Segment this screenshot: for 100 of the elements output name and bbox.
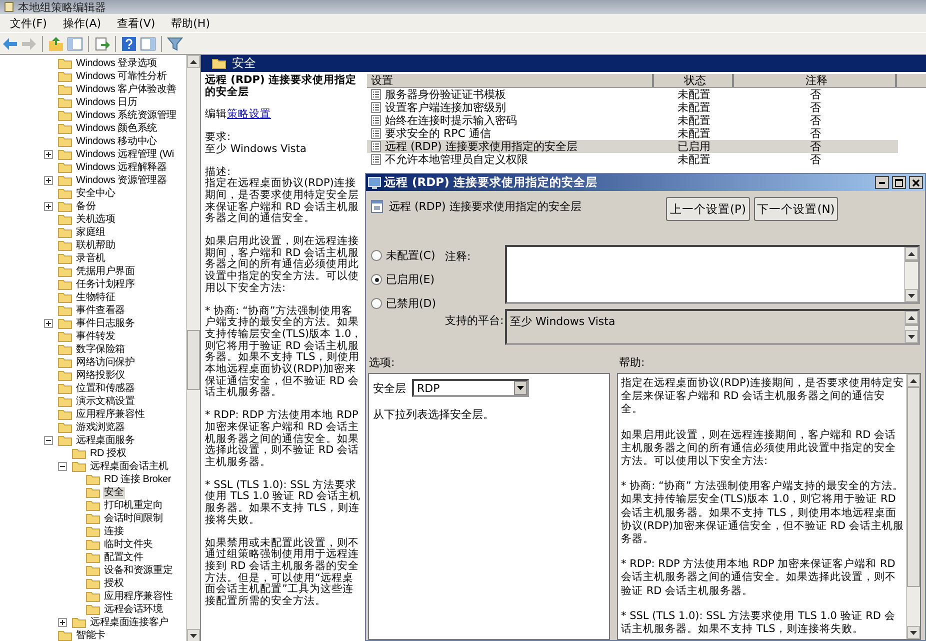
scroll-down-icon[interactable]: [910, 630, 917, 634]
radio-button[interactable]: [371, 298, 382, 309]
export-list-icon[interactable]: [94, 36, 110, 52]
tree-item[interactable]: 智能卡: [75, 630, 106, 641]
tree-item[interactable]: 备份: [75, 200, 97, 212]
tree-item[interactable]: 远程桌面服务: [75, 434, 136, 446]
help-icon[interactable]: [121, 36, 137, 52]
collapse-icon[interactable]: [58, 462, 67, 471]
column-header[interactable]: 注释: [734, 74, 897, 87]
console-tree-icon[interactable]: [67, 36, 83, 52]
tree-item[interactable]: 设备和资源重定: [103, 564, 174, 576]
tree-item[interactable]: 远程会话环境: [103, 604, 164, 616]
menu-item[interactable]: 帮助(H): [163, 16, 218, 30]
tree-item[interactable]: 打印机重定向: [103, 500, 164, 512]
expand-icon[interactable]: [44, 202, 53, 211]
tree-item[interactable]: 演示文稿设置: [75, 396, 136, 408]
radio-label[interactable]: 已启用(E): [386, 272, 435, 287]
previous-setting-button[interactable]: 上一个设置(P): [666, 197, 750, 221]
tree-item[interactable]: Windows 客户体验改善: [75, 84, 178, 96]
radio-button[interactable]: [371, 274, 382, 285]
scrollbar[interactable]: [186, 55, 200, 641]
table-row[interactable]: 始终在连接时提示输入密码 未配置 否: [367, 114, 926, 127]
expand-icon[interactable]: [44, 319, 53, 328]
tree-item[interactable]: 应用程序兼容性: [75, 408, 146, 420]
tree-item[interactable]: 授权: [103, 578, 125, 590]
tree-item[interactable]: Windows 远程管理 (Wi: [75, 148, 175, 160]
tree-item[interactable]: 配置文件: [103, 552, 144, 564]
table-row[interactable]: 不允许本地管理员自定义权限 未配置 否: [367, 153, 926, 166]
tree-item[interactable]: 远程桌面会话主机: [89, 460, 170, 472]
minimize-button[interactable]: [875, 176, 889, 189]
next-setting-button[interactable]: 下一个设置(N): [754, 197, 838, 221]
table-row[interactable]: 要求安全的 RPC 通信 未配置 否: [367, 127, 926, 140]
table-row[interactable]: 远程 (RDP) 连接要求使用指定的安全层 已启用 否: [367, 140, 898, 153]
tree-item[interactable]: 事件日志服务: [75, 318, 136, 330]
menu-item[interactable]: 查看(V): [109, 16, 164, 30]
tree-item[interactable]: 应用程序兼容性: [103, 590, 174, 602]
tree-item[interactable]: 数字保险箱: [75, 344, 126, 356]
tree-item[interactable]: 网络访问保护: [75, 356, 136, 368]
menu-item[interactable]: 文件(F): [2, 16, 55, 30]
tree-item[interactable]: 联机帮助: [75, 240, 116, 252]
security-layer-dropdown[interactable]: RDP: [412, 379, 529, 397]
scroll-down-icon[interactable]: [190, 634, 197, 638]
tree-item[interactable]: 游戏浏览器: [75, 422, 126, 434]
maximize-button[interactable]: [892, 176, 906, 189]
folder-icon: [58, 630, 72, 641]
scroll-up-icon[interactable]: [908, 316, 915, 320]
tree-item[interactable]: RD 连接 Broker: [103, 474, 172, 486]
tree-item[interactable]: Windows 系统资源管理: [75, 110, 178, 122]
tree-item[interactable]: Windows 颜色系统: [75, 122, 158, 134]
tree-item[interactable]: 网络投影仪: [75, 370, 126, 382]
tree-item[interactable]: 凭据用户界面: [75, 266, 136, 278]
action-pane-icon[interactable]: [140, 36, 156, 52]
scroll-up-icon[interactable]: [190, 60, 197, 64]
scrollbar[interactable]: [906, 374, 920, 639]
expand-icon[interactable]: [44, 150, 53, 159]
radio-button[interactable]: [371, 250, 382, 261]
column-header[interactable]: 状态: [654, 74, 734, 87]
tree-item[interactable]: Windows 日历: [75, 96, 138, 108]
tree-item[interactable]: 任务计划程序: [75, 278, 136, 290]
column-header[interactable]: 设置: [367, 74, 654, 87]
scrollbar[interactable]: [904, 311, 918, 343]
scroll-up-icon[interactable]: [908, 252, 915, 256]
tree-item[interactable]: 远程桌面连接客户: [89, 616, 170, 628]
help-paragraph: 指定在远程桌面协议(RDP)连接期间，是否要求使用特定安全层来保证客户端和 RD 会话主机服务器之间的通信安全。: [621, 377, 904, 417]
tree-item[interactable]: 生物特征: [75, 292, 116, 304]
tree-item[interactable]: 连接: [103, 526, 125, 538]
folder-up-icon[interactable]: [48, 36, 64, 52]
scroll-up-icon[interactable]: [910, 378, 917, 382]
expand-icon[interactable]: [58, 618, 67, 627]
table-row[interactable]: 服务器身份验证证书模板 未配置 否: [367, 88, 926, 101]
scroll-down-icon[interactable]: [908, 334, 915, 338]
close-button[interactable]: [909, 176, 923, 189]
tree-item[interactable]: 录音机: [75, 252, 106, 264]
radio-label[interactable]: 未配置(C): [386, 248, 436, 263]
tree-item[interactable]: Windows 可靠性分析: [75, 70, 168, 82]
tree-item[interactable]: Windows 移动中心: [75, 136, 158, 148]
collapse-icon[interactable]: [44, 436, 53, 445]
tree-item[interactable]: 事件转发: [75, 330, 116, 342]
back-arrow-icon[interactable]: [2, 36, 18, 52]
comment-field[interactable]: [505, 245, 920, 304]
expand-icon[interactable]: [44, 176, 53, 185]
tree-item[interactable]: 家庭组: [75, 226, 106, 238]
tree-item[interactable]: 安全中心: [75, 188, 116, 200]
scroll-down-icon[interactable]: [908, 294, 915, 298]
scrollbar[interactable]: [904, 247, 918, 302]
tree-item[interactable]: Windows 登录选项: [75, 58, 158, 70]
tree-item[interactable]: Windows 远程解释器: [75, 162, 168, 174]
tree-item[interactable]: 临时文件夹: [103, 538, 154, 550]
tree-item[interactable]: 关机选项: [75, 214, 116, 226]
menu-item[interactable]: 操作(A): [54, 16, 110, 30]
policy-settings-link[interactable]: 策略设置: [227, 108, 271, 120]
tree-item[interactable]: 安全: [103, 486, 125, 498]
table-row[interactable]: 设置客户端连接加密级别 未配置 否: [367, 101, 926, 114]
radio-label[interactable]: 已禁用(D): [386, 296, 436, 311]
tree-item[interactable]: RD 授权: [89, 448, 128, 460]
tree-item[interactable]: Windows 资源管理器: [75, 174, 168, 186]
tree-item[interactable]: 事件查看器: [75, 304, 126, 316]
tree-item[interactable]: 位置和传感器: [75, 382, 136, 394]
filter-icon[interactable]: [167, 36, 183, 52]
tree-item[interactable]: 会话时间限制: [103, 512, 164, 524]
